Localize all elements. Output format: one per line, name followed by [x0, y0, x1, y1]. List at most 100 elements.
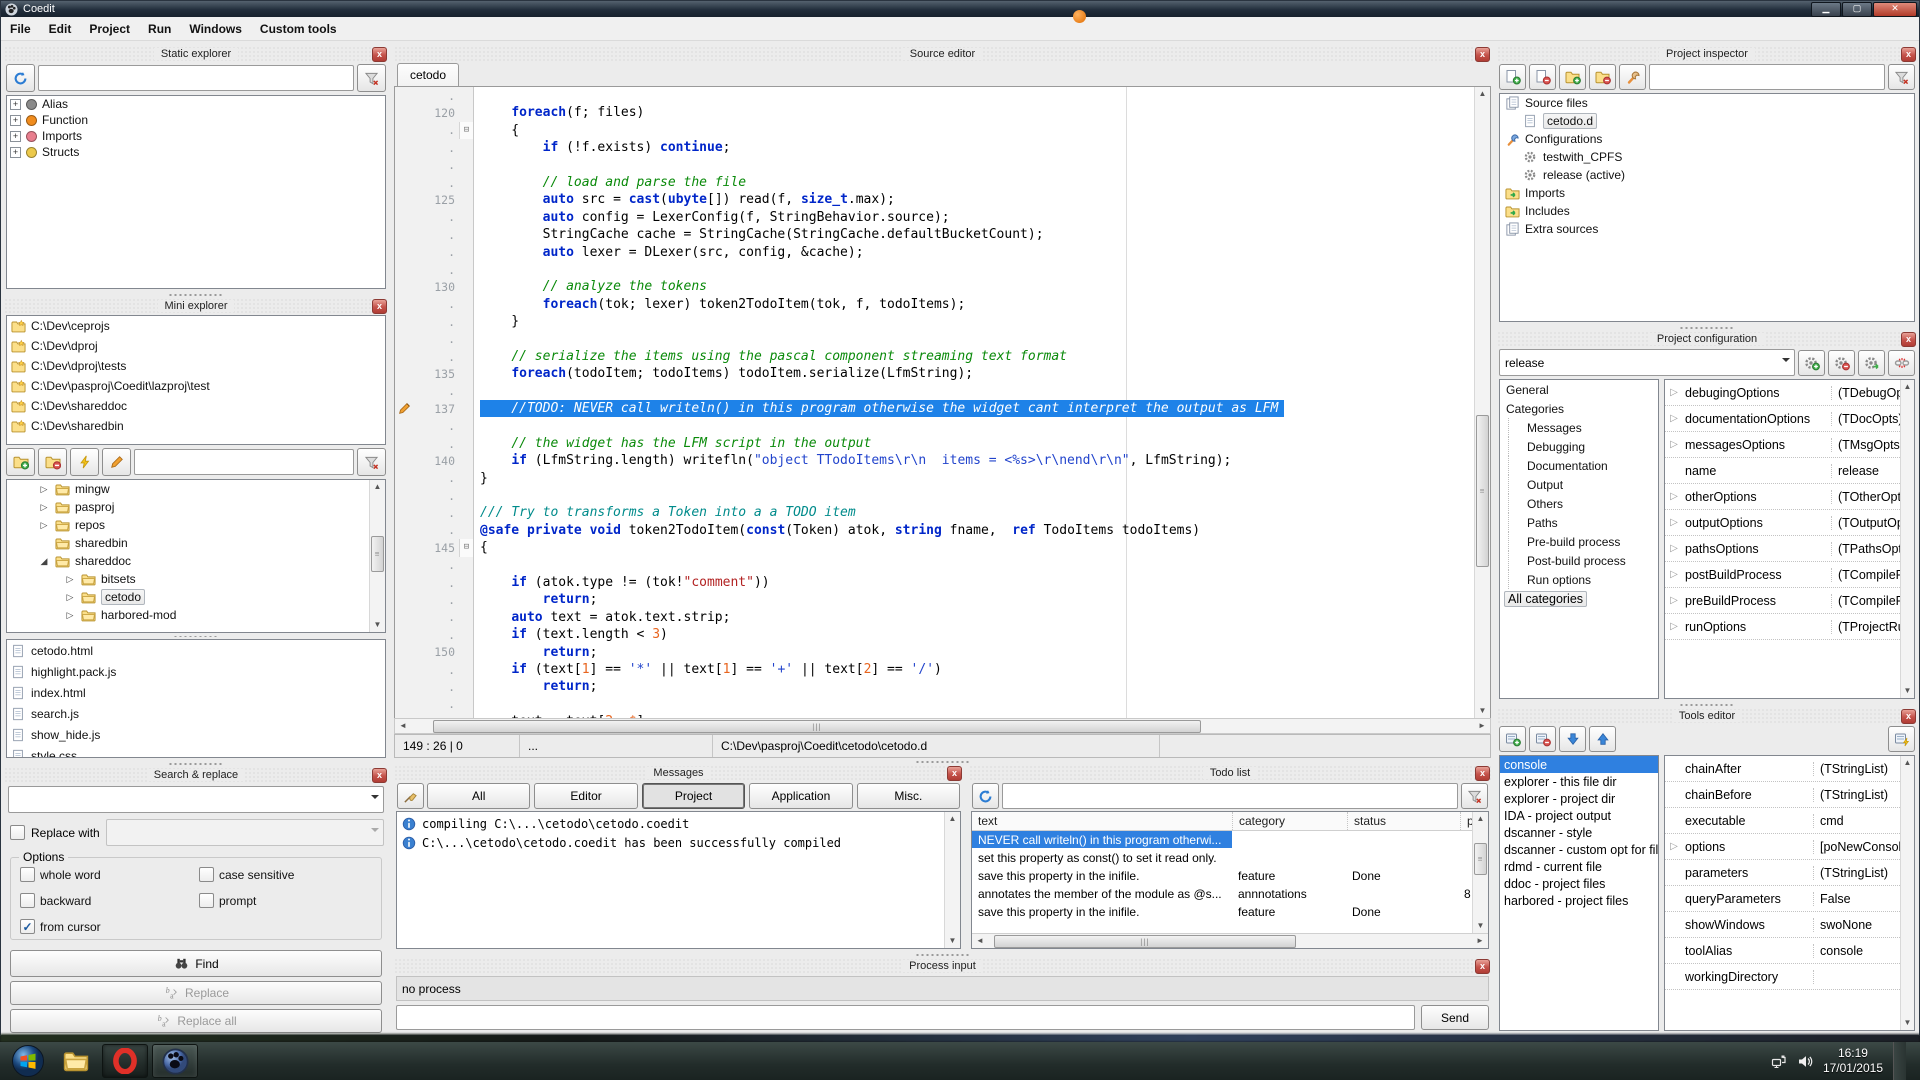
tool-grid-row[interactable]: parameters(TStringList) — [1665, 860, 1900, 886]
expand-icon[interactable]: ▷ — [1665, 439, 1683, 450]
gutter-line[interactable]: 145⊟ — [395, 539, 473, 556]
tool-item[interactable]: rdmd - current file — [1500, 858, 1658, 875]
symbol-tree-item[interactable]: +Structs — [7, 144, 385, 160]
scrollbar-thumb[interactable]: ||| — [994, 935, 1296, 948]
gutter-line[interactable]: . — [395, 261, 473, 278]
config-grid-row[interactable]: ▷otherOptions(TOtherOpts) — [1665, 484, 1900, 510]
tool-grid-row[interactable]: toolAliasconsole — [1665, 938, 1900, 964]
execute-tool-button[interactable] — [1888, 726, 1915, 752]
scroll-up-icon[interactable]: ▲ — [1901, 380, 1914, 394]
todo-vscrollbar[interactable]: ▲ ≡ ▼ — [1472, 812, 1488, 933]
gutter-line[interactable]: . — [395, 313, 473, 330]
file-list-item[interactable]: style.css — [7, 745, 385, 758]
todo-row[interactable]: save this property in the inifile.featur… — [972, 903, 1472, 921]
code-line[interactable]: if (text.length < 3) — [474, 626, 1474, 643]
favorite-folder-item[interactable]: C:\Dev\dproj\tests — [7, 356, 385, 376]
scroll-down-icon[interactable]: ▼ — [1901, 1016, 1914, 1030]
code-line[interactable]: return; — [474, 678, 1474, 695]
network-icon[interactable] — [1771, 1053, 1787, 1069]
favorite-folder-item[interactable]: C:\Dev\pasproj\Coedit\lazproj\test — [7, 376, 385, 396]
explorer-filter-input[interactable] — [134, 449, 354, 475]
project-tree-item[interactable]: Source files — [1500, 94, 1914, 112]
close-panel-icon[interactable]: x — [947, 766, 962, 781]
static-explorer-header[interactable]: Static explorer x — [4, 46, 388, 61]
code-line[interactable]: if (atok.type != (tok!"comment")) — [474, 574, 1474, 591]
file-list-item[interactable]: search.js — [7, 703, 385, 724]
grid-scrollbar[interactable]: ▲ ▼ — [1900, 380, 1914, 698]
splitter[interactable] — [394, 758, 1491, 765]
configuration-select[interactable]: release — [1499, 349, 1795, 376]
replace-button[interactable]: ba Replace — [10, 981, 382, 1005]
folder-tree-scrollbar[interactable]: ▲ ≡ ▼ — [369, 480, 385, 632]
code-line[interactable]: return; — [474, 591, 1474, 608]
close-panel-icon[interactable]: x — [1475, 766, 1490, 781]
gutter-line[interactable]: . — [395, 435, 473, 452]
expand-plus-icon[interactable]: + — [10, 147, 21, 158]
tool-grid-row[interactable]: queryParametersFalse — [1665, 886, 1900, 912]
code-line[interactable]: if (text[1] == '*' || text[1] == '+' || … — [474, 661, 1474, 678]
column-header-text[interactable]: text — [972, 812, 1233, 830]
checkbox-unchecked[interactable] — [20, 893, 35, 908]
expand-icon[interactable]: ▷ — [39, 484, 49, 495]
search-replace-header[interactable]: Search & replace x — [4, 767, 388, 782]
config-grid-row[interactable]: ▷outputOptions(TOutputOpts) — [1665, 510, 1900, 536]
messages-tab-misc[interactable]: Misc. — [857, 783, 960, 809]
tool-item[interactable]: harbored - project files — [1500, 892, 1658, 909]
expand-icon[interactable]: ▷ — [1665, 841, 1683, 852]
scroll-down-icon[interactable]: ▼ — [370, 618, 385, 632]
category-categories[interactable]: Categories — [1500, 399, 1658, 418]
project-tree-item[interactable]: testwith_CPFS — [1500, 148, 1914, 166]
code-line[interactable] — [474, 383, 1474, 400]
expand-icon[interactable]: ▷ — [65, 574, 75, 585]
column-header-priority[interactable]: priority — [1461, 812, 1472, 830]
all-categories-button[interactable]: All categories — [1500, 589, 1658, 609]
column-header-status[interactable]: status — [1348, 812, 1461, 830]
scrollbar-thumb[interactable]: ≡ — [371, 536, 384, 572]
close-panel-icon[interactable]: x — [1901, 332, 1916, 347]
maximize-button[interactable]: ▢ — [1842, 2, 1872, 17]
scroll-up-icon[interactable]: ▲ — [1473, 812, 1488, 826]
tool-item[interactable]: IDA - project output — [1500, 807, 1658, 824]
clear-filter-button[interactable] — [357, 448, 386, 476]
expand-icon[interactable]: ▷ — [1665, 413, 1683, 424]
todo-row[interactable]: annotates the member of the module as @s… — [972, 885, 1472, 903]
move-tool-down-button[interactable] — [1559, 726, 1586, 752]
gutter-line[interactable]: . — [395, 626, 473, 643]
folder-tree-item[interactable]: ▷repos — [7, 516, 369, 534]
todo-filter-input[interactable] — [1002, 783, 1458, 809]
checkbox-unchecked[interactable] — [20, 867, 35, 882]
option-prompt[interactable]: prompt — [196, 892, 375, 909]
project-tree-item[interactable]: Extra sources — [1500, 220, 1914, 238]
project-configuration-header[interactable]: Project configuration x — [1497, 331, 1917, 346]
project-settings-button[interactable] — [1619, 64, 1646, 90]
scroll-down-icon[interactable]: ▼ — [945, 934, 960, 948]
option-from-cursor[interactable]: ✓from cursor — [17, 918, 196, 935]
expand-icon[interactable]: ▷ — [39, 520, 49, 531]
category-documentation[interactable]: Documentation — [1508, 456, 1658, 475]
tab-cetodo[interactable]: cetodo — [397, 63, 459, 86]
config-grid-row[interactable]: ▷runOptions(TProjectRunO — [1665, 614, 1900, 640]
folder-tree-item[interactable]: ▷harbored-mod — [7, 606, 369, 624]
gutter-line[interactable]: 137 — [395, 400, 473, 417]
category-paths[interactable]: Paths — [1508, 513, 1658, 532]
category-pre-build-process[interactable]: Pre-build process — [1508, 532, 1658, 551]
scroll-up-icon[interactable]: ▲ — [1475, 87, 1490, 101]
expand-icon[interactable]: ▷ — [39, 502, 49, 513]
scroll-left-icon[interactable]: ◄ — [972, 934, 988, 948]
code-line[interactable] — [474, 330, 1474, 347]
code-line[interactable]: auto config = LexerConfig(f, StringBehav… — [474, 209, 1474, 226]
folder-tree-item[interactable]: ▷bitsets — [7, 570, 369, 588]
code-line[interactable]: // serialize the items using the pascal … — [474, 348, 1474, 365]
code-line[interactable]: // analyze the tokens — [474, 278, 1474, 295]
tool-item[interactable]: dscanner - custom opt for file — [1500, 841, 1658, 858]
config-grid-row[interactable]: ▷messagesOptions(TMsgOpts) — [1665, 432, 1900, 458]
expand-icon[interactable]: ▷ — [1665, 491, 1683, 502]
tool-item[interactable]: dscanner - style — [1500, 824, 1658, 841]
gutter-line[interactable]: . — [395, 609, 473, 626]
code-line[interactable]: foreach(f; files) — [474, 104, 1474, 121]
scroll-right-icon[interactable]: ► — [1474, 719, 1490, 733]
messages-tab-application[interactable]: Application — [749, 783, 852, 809]
find-button[interactable]: Find — [10, 950, 382, 977]
project-tree-item[interactable]: Configurations — [1500, 130, 1914, 148]
code-line[interactable]: if (LfmString.length) writefln("object T… — [474, 452, 1474, 469]
